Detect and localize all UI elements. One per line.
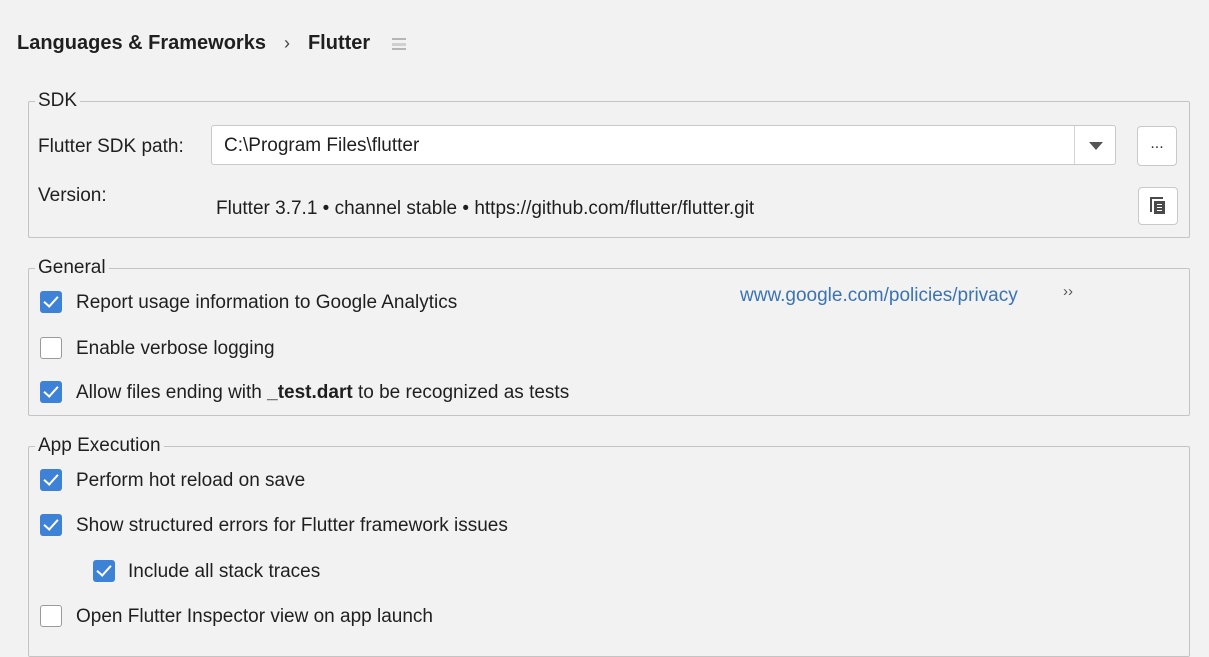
verbose-logging-checkbox[interactable] bbox=[40, 337, 62, 359]
inspector-checkbox[interactable] bbox=[40, 605, 62, 627]
breadcrumb: Languages & Frameworks › Flutter bbox=[17, 32, 407, 55]
browse-button-label: ... bbox=[1150, 135, 1164, 152]
version-label: Version: bbox=[38, 185, 107, 206]
app-execution-legend: App Execution bbox=[38, 435, 161, 456]
test-files-label-suffix: to be recognized as tests bbox=[352, 382, 570, 403]
combo-divider bbox=[1074, 126, 1075, 164]
sdk-path-label: Flutter SDK path: bbox=[38, 136, 184, 157]
sdk-path-value[interactable]: C:\Program Files\flutter bbox=[224, 135, 419, 157]
breadcrumb-separator: › bbox=[283, 33, 290, 53]
inspector-label[interactable]: Open Flutter Inspector view on app launc… bbox=[76, 606, 433, 628]
sdk-legend: SDK bbox=[38, 90, 78, 111]
hot-reload-label[interactable]: Perform hot reload on save bbox=[76, 470, 305, 492]
breadcrumb-current: Flutter bbox=[307, 32, 371, 54]
privacy-link[interactable]: www.google.com/policies/privacy bbox=[740, 285, 1018, 307]
structured-errors-label[interactable]: Show structured errors for Flutter frame… bbox=[76, 515, 508, 537]
test-files-checkbox[interactable] bbox=[40, 381, 62, 403]
browse-button[interactable]: ... bbox=[1137, 126, 1177, 166]
breadcrumb-parent[interactable]: Languages & Frameworks bbox=[17, 32, 266, 55]
structured-errors-checkbox[interactable] bbox=[40, 514, 62, 536]
external-link-icon[interactable]: ›› bbox=[1063, 283, 1073, 300]
copy-icon bbox=[1150, 197, 1166, 215]
general-legend: General bbox=[38, 257, 106, 278]
verbose-logging-label[interactable]: Enable verbose logging bbox=[76, 338, 275, 360]
analytics-checkbox[interactable] bbox=[40, 291, 62, 313]
hot-reload-checkbox[interactable] bbox=[40, 469, 62, 491]
test-files-label[interactable]: Allow files ending with _test.dart to be… bbox=[76, 382, 569, 404]
stack-traces-checkbox[interactable] bbox=[93, 560, 115, 582]
dropdown-arrow-icon[interactable] bbox=[1089, 142, 1103, 150]
version-value: Flutter 3.7.1 • channel stable • https:/… bbox=[216, 198, 755, 219]
test-files-suffix-highlight: _test.dart bbox=[267, 382, 353, 403]
analytics-label[interactable]: Report usage information to Google Analy… bbox=[76, 292, 457, 314]
stack-traces-label[interactable]: Include all stack traces bbox=[128, 561, 320, 583]
test-files-label-prefix: Allow files ending with bbox=[76, 382, 268, 403]
settings-scope-icon bbox=[392, 37, 407, 50]
copy-version-button[interactable] bbox=[1138, 187, 1178, 225]
sdk-path-combobox[interactable]: C:\Program Files\flutter bbox=[211, 125, 1116, 165]
